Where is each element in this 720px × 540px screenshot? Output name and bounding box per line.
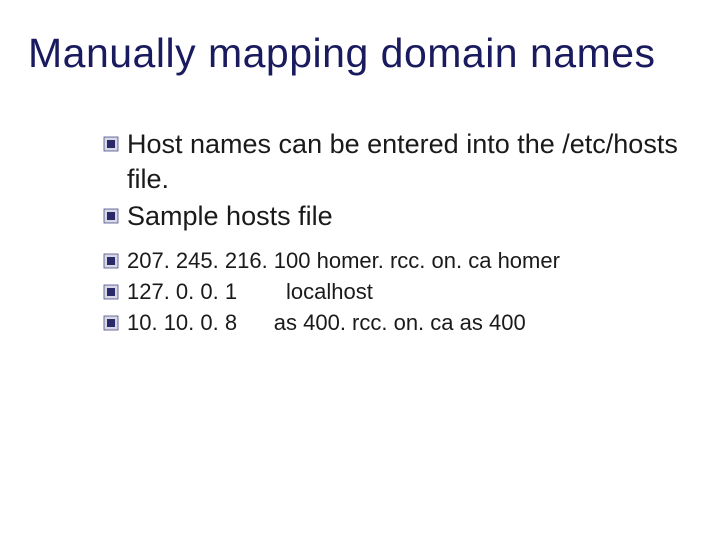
bullet-text: 10. 10. 0. 8 as 400. rcc. on. ca as 400: [127, 308, 526, 338]
bullet-icon: [103, 136, 119, 152]
spacer: [103, 236, 692, 246]
bullet-icon: [103, 253, 119, 269]
list-item: 127. 0. 0. 1 localhost: [103, 277, 692, 307]
list-item: 10. 10. 0. 8 as 400. rcc. on. ca as 400: [103, 308, 692, 338]
list-item: Host names can be entered into the /etc/…: [103, 127, 692, 197]
list-item: 207. 245. 216. 100 homer. rcc. on. ca ho…: [103, 246, 692, 276]
bullet-text: 127. 0. 0. 1 localhost: [127, 277, 373, 307]
content-area: Host names can be entered into the /etc/…: [28, 127, 692, 337]
bullet-icon: [103, 208, 119, 224]
bullet-icon: [103, 315, 119, 331]
slide-title: Manually mapping domain names: [28, 30, 692, 77]
slide: Manually mapping domain names Host names…: [0, 0, 720, 540]
bullet-text: 207. 245. 216. 100 homer. rcc. on. ca ho…: [127, 246, 560, 276]
bullet-text: Sample hosts file: [127, 199, 333, 234]
bullet-icon: [103, 284, 119, 300]
bullet-text: Host names can be entered into the /etc/…: [127, 127, 692, 197]
list-item: Sample hosts file: [103, 199, 692, 234]
